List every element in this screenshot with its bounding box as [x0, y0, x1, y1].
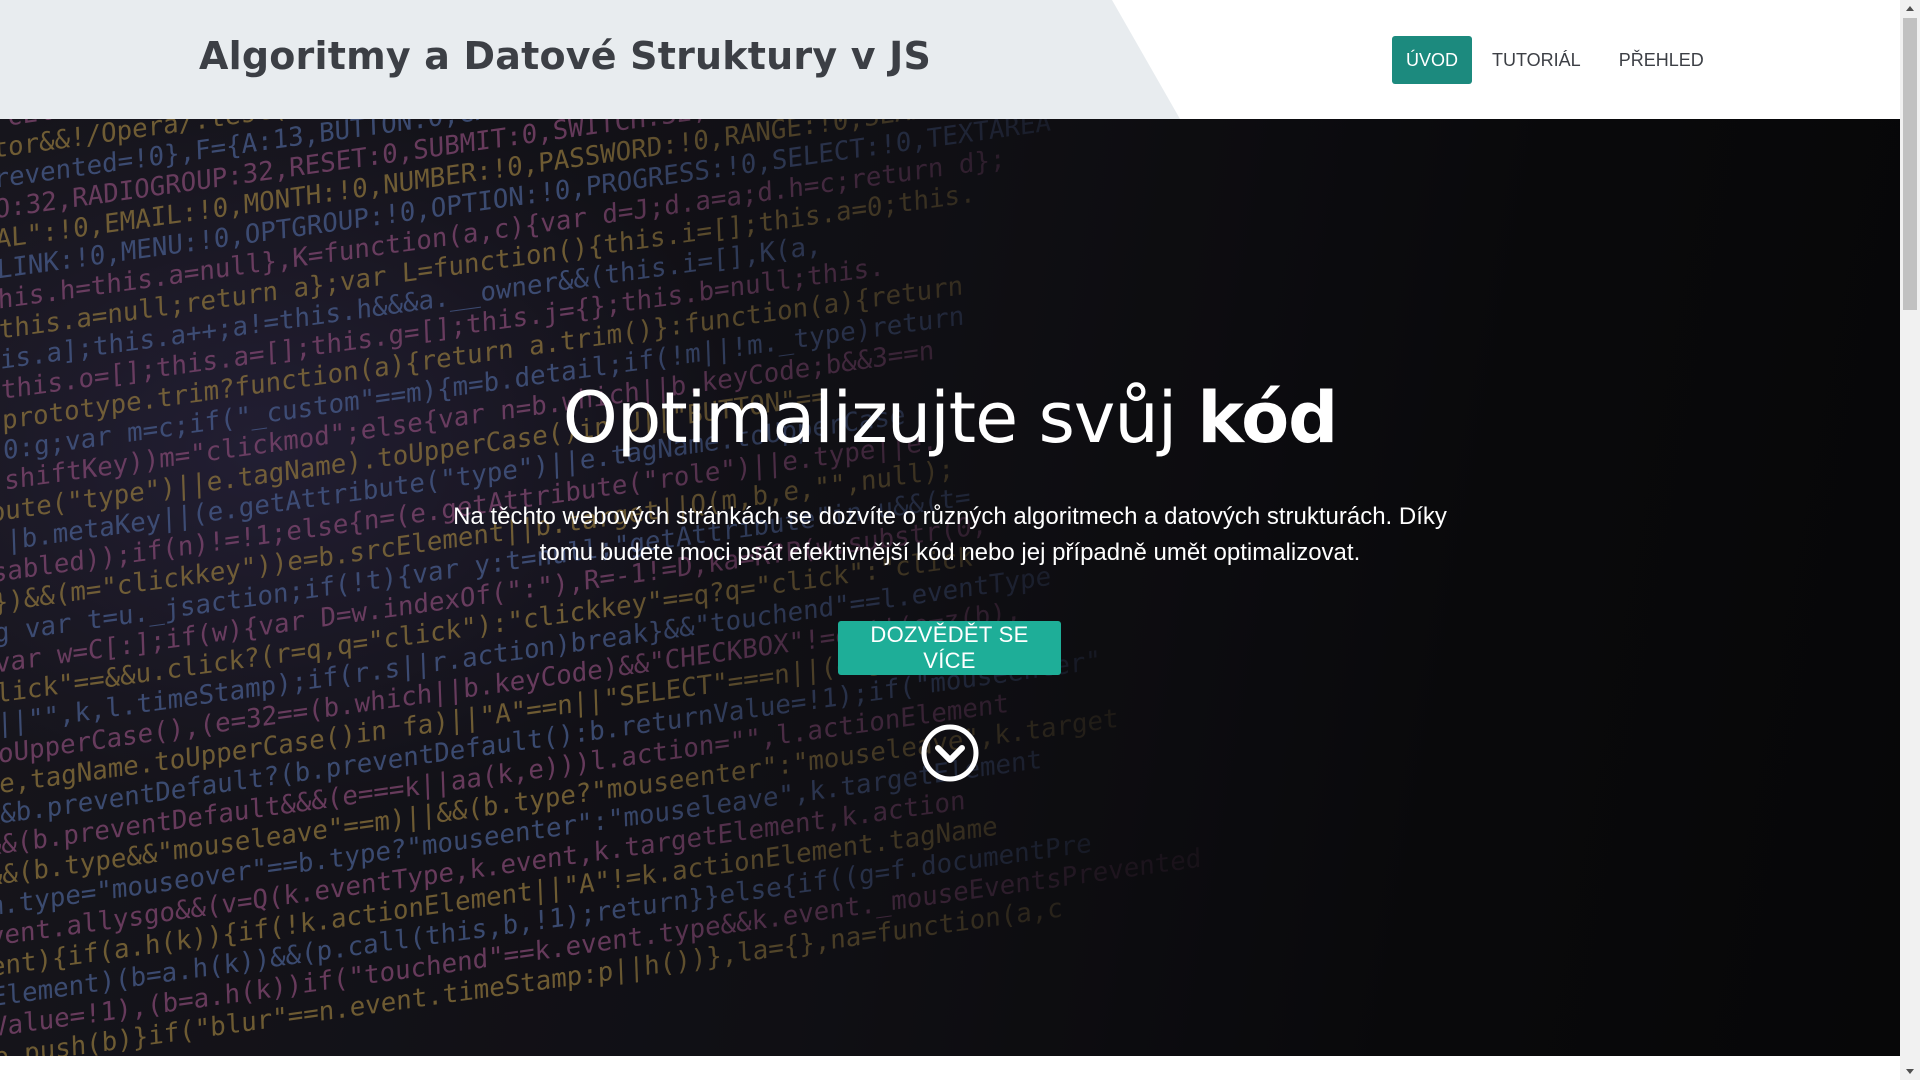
scrollbar-thumb[interactable]: [1903, 18, 1917, 310]
chevron-circle-down-icon[interactable]: [920, 723, 980, 783]
hero-title-bold: kód: [1197, 377, 1338, 459]
scroll-down-arrow-icon[interactable]: [1900, 1063, 1920, 1080]
hero-title-regular: Optimalizujte svůj: [562, 377, 1198, 459]
nav-item-prehled[interactable]: PŘEHLED: [1601, 36, 1722, 84]
site-title[interactable]: Algoritmy a Datové Struktury v JS: [199, 34, 931, 78]
main-nav: ÚVOD TUTORIÁL PŘEHLED: [1392, 36, 1724, 84]
page-scrollbar[interactable]: [1900, 0, 1920, 1080]
hero-dark-overlay: [0, 119, 1900, 1056]
hero-title: Optimalizujte svůj kód: [0, 377, 1900, 459]
scroll-up-arrow-icon[interactable]: [1900, 0, 1920, 17]
page: Algoritmy a Datové Struktury v JS ÚVOD T…: [0, 0, 1900, 1080]
hero-section: .srcElement;!a.getAttribute&&a.parentNod…: [0, 119, 1900, 1056]
learn-more-button[interactable]: DOZVĚDĚT SE VÍCE: [838, 621, 1061, 675]
site-header: Algoritmy a Datové Struktury v JS ÚVOD T…: [0, 0, 1900, 119]
nav-item-uvod[interactable]: ÚVOD: [1392, 36, 1473, 84]
nav-item-tutorial[interactable]: TUTORIÁL: [1474, 36, 1599, 84]
hero-description: Na těchto webových stránkách se dozvíte …: [453, 503, 1447, 566]
